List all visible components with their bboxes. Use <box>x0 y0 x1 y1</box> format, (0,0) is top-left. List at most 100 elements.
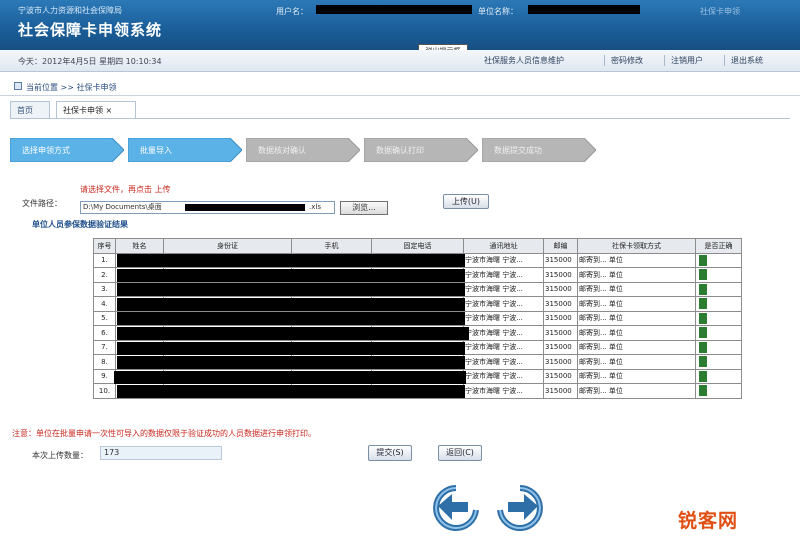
cell-address-part: 宁波市海曙 <box>465 357 500 366</box>
personal-data-redacted <box>117 312 465 326</box>
cell-address-part: 宁波市海曙 <box>465 343 500 352</box>
upload-count-label: 本次上传数量： <box>32 451 88 460</box>
col-mobile: 手机 <box>291 238 372 254</box>
cell-pickup-method: 邮寄到... 单位 <box>577 296 696 312</box>
cell-pickup-method-part: 邮寄到... <box>579 386 607 395</box>
user-name-redacted <box>316 5 472 14</box>
cell-no: 2. <box>93 267 116 283</box>
valid-indicator <box>699 254 707 266</box>
file-path-value: D:\My Documents\桌面 <box>83 203 162 211</box>
step-label: 选择申领方式 <box>22 146 70 155</box>
cell-no: 7. <box>93 339 116 355</box>
cell-address-part: 宁波市海曙 <box>465 372 500 381</box>
notice-text: 注意：单位在批量申请一次性可导入的数据仅限于验证成功的人员数据进行申领打印。 <box>12 429 316 438</box>
upload-tip: 请选择文件，再点击 上传 <box>80 185 171 195</box>
col-address: 通讯地址 <box>463 238 544 254</box>
cell-address: 宁波市海曙 宁波... <box>463 383 544 399</box>
tab-home[interactable]: 首页 <box>10 101 50 119</box>
col-id-card: 身份证 <box>163 238 292 254</box>
step-label: 批量导入 <box>140 146 172 155</box>
cell-pickup-method: 邮寄到... 单位 <box>577 310 696 326</box>
file-path-input[interactable]: D:\My Documents\桌面 .xls <box>80 201 335 214</box>
unit-name-redacted <box>528 5 640 14</box>
cell-no: 3. <box>93 281 116 297</box>
personal-data-redacted <box>117 356 465 370</box>
personal-data-redacted <box>117 327 469 340</box>
cell-pickup-method: 邮寄到... 单位 <box>577 339 696 355</box>
cell-address-part: 宁波... <box>502 270 523 279</box>
cell-address-part: 宁波市海曙 <box>465 299 500 308</box>
cell-zip: 315000 <box>543 354 578 370</box>
tab-divider <box>10 118 790 119</box>
col-name: 姓名 <box>115 238 164 254</box>
cell-address: 宁波市海曙 宁波... <box>463 252 544 268</box>
nav-staff-info[interactable]: 社保服务人员信息维护 <box>478 55 570 66</box>
valid-indicator <box>699 283 707 295</box>
table-header-row: 序号 姓名 身份证 手机 固定电话 通讯地址 邮编 社保卡领取方式 是否正确 <box>93 238 742 254</box>
nav-change-password[interactable]: 密码修改 <box>604 55 649 66</box>
cell-pickup-method-part: 邮寄到... <box>579 256 607 265</box>
watermark-logo: 锐客网 <box>678 510 739 532</box>
arrow-right-icon[interactable] <box>494 484 544 535</box>
app-header: 宁波市人力资源和社会保障局 社会保障卡申领系统 用户名： 单位名称： 社保卡申领 <box>0 0 800 50</box>
cell-zip: 315000 <box>543 310 578 326</box>
cell-pickup-method-part: 单位 <box>608 314 623 323</box>
cell-address-part: 宁波... <box>502 386 523 395</box>
cell-no: 1. <box>93 252 116 268</box>
nav-exit-system[interactable]: 退出系统 <box>724 55 769 66</box>
cell-zip: 315000 <box>543 281 578 297</box>
cell-pickup-method-part: 邮寄到... <box>579 372 607 381</box>
submit-button[interactable]: 提交(S) <box>368 445 412 461</box>
cell-valid <box>695 354 742 370</box>
cell-no: 4. <box>93 296 116 312</box>
upload-count-field: 173 <box>100 446 222 460</box>
cell-address-part: 宁波... <box>502 299 523 308</box>
cell-pickup-method: 邮寄到... 单位 <box>577 354 696 370</box>
valid-indicator <box>699 370 707 382</box>
cell-pickup-method-part: 邮寄到... <box>579 285 607 294</box>
cell-pickup-method: 邮寄到... 单位 <box>577 383 696 399</box>
personal-data-redacted <box>117 385 465 399</box>
cell-pickup-method-part: 单位 <box>608 357 623 366</box>
cell-pickup-method-part: 邮寄到... <box>579 270 607 279</box>
cell-no: 5. <box>93 310 116 326</box>
personal-data-redacted <box>117 268 465 282</box>
cell-no: 6. <box>93 325 116 341</box>
cell-pickup-method-part: 单位 <box>608 256 623 265</box>
cell-pickup-method-part: 邮寄到... <box>579 299 607 308</box>
date-time: 今天：2012年4月5日 星期四 10:10:34 <box>18 57 162 66</box>
cell-valid <box>695 368 742 384</box>
cell-valid <box>695 267 742 283</box>
cell-pickup-method: 邮寄到... 单位 <box>577 325 696 341</box>
cancel-button[interactable]: 返回(C) <box>438 445 482 461</box>
tab-card-apply[interactable]: 社保卡申领 × <box>56 101 136 119</box>
cell-address-part: 宁波... <box>502 285 523 294</box>
nav-logout-user[interactable]: 注销用户 <box>664 55 709 66</box>
upload-button[interactable]: 上传(U) <box>443 194 489 209</box>
cell-zip: 315000 <box>543 267 578 283</box>
breadcrumb-prefix: 当前位置 <box>26 83 58 92</box>
location-icon <box>14 82 22 90</box>
cell-pickup-method: 邮寄到... 单位 <box>577 252 696 268</box>
col-valid: 是否正确 <box>695 238 742 254</box>
cell-valid <box>695 383 742 399</box>
cell-address: 宁波市海曙 宁波... <box>463 310 544 326</box>
cell-address: 宁波市海曙 宁波... <box>463 325 544 341</box>
personal-data-redacted <box>117 283 465 297</box>
cell-address-part: 宁波市海曙 <box>465 285 500 294</box>
arrow-left-icon[interactable] <box>432 484 482 535</box>
cell-address-part: 宁波市海曙 <box>465 256 500 265</box>
browse-button[interactable]: 浏览... <box>340 201 388 215</box>
location-bar <box>0 78 800 96</box>
upload-tip-text: 请选择文件，再点击 <box>80 185 152 194</box>
cell-valid <box>695 325 742 341</box>
cell-address: 宁波市海曙 宁波... <box>463 354 544 370</box>
cell-pickup-method-part: 邮寄到... <box>579 343 607 352</box>
cell-no: 10. <box>93 383 116 399</box>
cell-pickup-method-part: 单位 <box>608 285 623 294</box>
file-extension: .xls <box>309 203 321 211</box>
cell-pickup-method-part: 单位 <box>608 386 623 395</box>
col-no: 序号 <box>93 238 116 254</box>
cell-no: 9. <box>93 368 116 384</box>
cell-address-part: 宁波... <box>502 328 523 337</box>
